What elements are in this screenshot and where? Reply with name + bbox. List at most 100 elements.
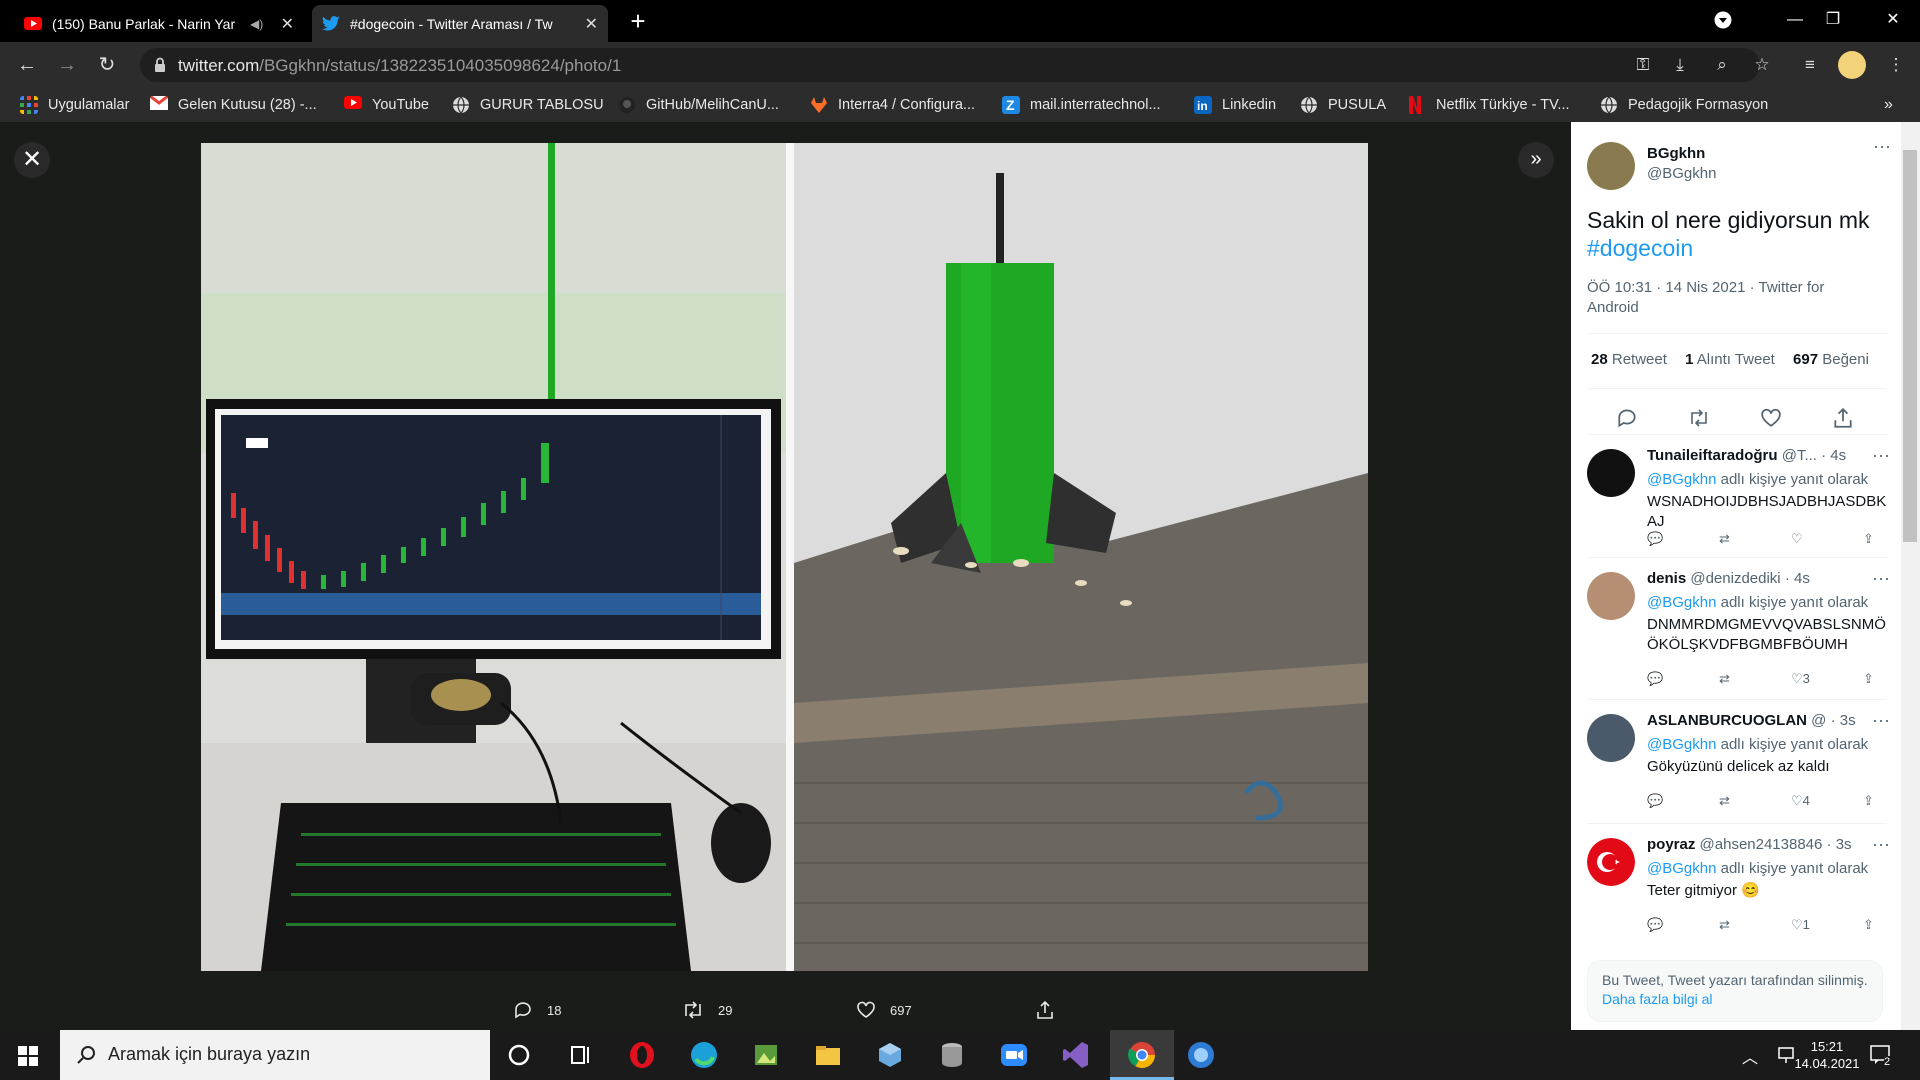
bookmark-star-icon[interactable]: ☆ bbox=[1748, 51, 1776, 79]
more-options-icon[interactable]: ··· bbox=[1872, 568, 1890, 589]
chrome-taskbar-active[interactable] bbox=[1110, 1030, 1174, 1080]
windows-start-icon[interactable] bbox=[18, 1046, 38, 1066]
heart-icon[interactable]: ♡ 3 bbox=[1791, 671, 1810, 687]
reply-item[interactable]: ASLANBURCUOGLAN @ · 3s ··· @BGgkhn adlı … bbox=[1587, 699, 1890, 823]
more-options-icon[interactable]: ··· bbox=[1872, 710, 1890, 731]
bookmark-gmail[interactable]: Gelen Kutusu (28) -... bbox=[150, 94, 317, 116]
mention-link[interactable]: @BGgkhn bbox=[1647, 860, 1716, 877]
tweet-photo[interactable] bbox=[201, 143, 1368, 971]
bookmark-apps[interactable]: Uygulamalar bbox=[20, 94, 129, 116]
bookmark-interra4[interactable]: Interra4 / Configura... bbox=[810, 94, 975, 116]
reply-avatar[interactable] bbox=[1587, 714, 1635, 762]
quotes-link[interactable]: Alıntı Tweet bbox=[1697, 351, 1775, 368]
close-icon[interactable]: ✕ bbox=[14, 142, 50, 178]
close-tab-icon[interactable]: ✕ bbox=[585, 14, 598, 34]
restore-icon[interactable]: ❐ bbox=[1810, 0, 1856, 40]
heart-icon[interactable]: ♡ 4 bbox=[1791, 793, 1810, 809]
bookmark-youtube[interactable]: YouTube bbox=[344, 94, 429, 116]
learn-more-link[interactable]: Daha fazla bilgi al bbox=[1602, 991, 1713, 1007]
heart-icon[interactable] bbox=[1760, 407, 1782, 429]
bookmark-pusula[interactable]: PUSULA bbox=[1300, 94, 1386, 116]
likes-link[interactable]: Beğeni bbox=[1822, 351, 1869, 368]
bookmarks-overflow-icon[interactable]: » bbox=[1884, 94, 1893, 116]
file-explorer-icon[interactable] bbox=[812, 1039, 844, 1071]
profile-avatar[interactable] bbox=[1838, 51, 1866, 79]
reply-item[interactable]: Tunaileiftaradoğru @T... · 4s ··· @BGgkh… bbox=[1587, 434, 1890, 557]
cortana-icon[interactable] bbox=[503, 1039, 535, 1071]
sidebar-scroll-thumb[interactable] bbox=[1903, 150, 1917, 542]
share-icon[interactable] bbox=[1832, 407, 1854, 429]
share-icon[interactable]: ⇪ bbox=[1863, 531, 1874, 547]
bookmark-mail-interra[interactable]: Z mail.interratechnol... bbox=[1002, 94, 1161, 116]
mention-link[interactable]: @BGgkhn bbox=[1647, 736, 1716, 753]
hashtag-link[interactable]: #dogecoin bbox=[1587, 234, 1887, 262]
reply-icon[interactable]: 💬 bbox=[1647, 671, 1663, 687]
more-options-icon[interactable]: ··· bbox=[1872, 445, 1890, 466]
expand-sidebar-icon[interactable]: » bbox=[1518, 142, 1554, 178]
visual-studio-icon[interactable] bbox=[1060, 1039, 1092, 1071]
opera-icon[interactable] bbox=[626, 1039, 658, 1071]
photo-share-button[interactable] bbox=[1035, 998, 1069, 1022]
bookmark-linkedin[interactable]: in Linkedin bbox=[1194, 94, 1276, 116]
reply-item[interactable]: denis @denizdediki · 4s ··· @BGgkhn adlı… bbox=[1587, 557, 1890, 699]
reply-icon[interactable]: 💬 bbox=[1647, 917, 1663, 933]
retweet-icon[interactable] bbox=[1688, 407, 1710, 429]
reply-icon[interactable]: 💬 bbox=[1647, 793, 1663, 809]
forward-button[interactable]: → bbox=[52, 50, 82, 80]
share-icon[interactable]: ⇪ bbox=[1863, 917, 1874, 933]
back-button[interactable]: ← bbox=[12, 50, 42, 80]
tab-twitter[interactable]: #dogecoin - Twitter Araması / Tw ✕ bbox=[312, 5, 608, 42]
reply-avatar[interactable] bbox=[1587, 449, 1635, 497]
new-tab-button[interactable]: + bbox=[622, 5, 654, 37]
more-options-icon[interactable]: ··· bbox=[1872, 834, 1890, 855]
reload-button[interactable]: ↻ bbox=[92, 50, 122, 80]
bookmark-gurur-tablosu[interactable]: GURUR TABLOSU bbox=[452, 94, 604, 116]
reply-avatar[interactable] bbox=[1587, 572, 1635, 620]
zoom-app-icon[interactable] bbox=[998, 1039, 1030, 1071]
retweet-icon[interactable]: ⇄ bbox=[1719, 531, 1730, 547]
share-icon[interactable]: ⇪ bbox=[1863, 793, 1874, 809]
install-icon[interactable]: ⤓ bbox=[1666, 51, 1694, 79]
retweets-link[interactable]: Retweet bbox=[1612, 351, 1667, 368]
heart-icon[interactable]: ♡ bbox=[1791, 531, 1803, 547]
author-handle[interactable]: @BGgkhn bbox=[1647, 165, 1716, 182]
key-icon[interactable]: ⚿ bbox=[1629, 51, 1657, 79]
mention-link[interactable]: @BGgkhn bbox=[1647, 594, 1716, 611]
reply-item[interactable]: poyraz @ahsen24138846 · 3s ··· @BGgkhn a… bbox=[1587, 823, 1890, 945]
author-name[interactable]: BGgkhn bbox=[1647, 145, 1705, 162]
bookmark-netflix[interactable]: Netflix Türkiye - TV... bbox=[1408, 94, 1570, 116]
speaker-icon[interactable]: ◀) bbox=[250, 17, 263, 31]
close-window-icon[interactable]: ✕ bbox=[1870, 0, 1916, 40]
zoom-icon[interactable]: ⌕ bbox=[1708, 51, 1736, 79]
taskbar-search[interactable]: Aramak için buraya yazın bbox=[60, 1030, 490, 1080]
turkish-flag-avatar[interactable] bbox=[1587, 838, 1635, 886]
edge-icon[interactable] bbox=[688, 1039, 720, 1071]
tray-chevron-icon[interactable]: ︿ bbox=[1742, 1044, 1758, 1068]
close-tab-icon[interactable]: ✕ bbox=[281, 14, 294, 34]
tab-youtube[interactable]: (150) Banu Parlak - Narin Yar ◀) ✕ bbox=[14, 5, 304, 42]
address-bar[interactable]: twitter.com/BGgkhn/status/13822351040350… bbox=[140, 48, 1760, 82]
image-app-icon[interactable] bbox=[750, 1039, 782, 1071]
reply-icon[interactable]: 💬 bbox=[1647, 531, 1663, 547]
clock[interactable]: 15:21 14.04.2021 bbox=[1792, 1038, 1862, 1072]
photo-like-button[interactable]: 697 bbox=[856, 998, 912, 1022]
photo-reply-button[interactable]: 18 bbox=[513, 998, 561, 1022]
profile-dropdown-icon[interactable] bbox=[1700, 0, 1746, 40]
retweet-icon[interactable]: ⇄ bbox=[1719, 793, 1730, 809]
menu-icon[interactable]: ⋮ bbox=[1882, 51, 1910, 79]
photo-retweet-button[interactable]: 29 bbox=[682, 998, 732, 1022]
virtualbox-icon[interactable] bbox=[874, 1039, 906, 1071]
bookmark-github[interactable]: GitHub/MelihCanU... bbox=[618, 94, 779, 116]
heart-icon[interactable]: ♡ 1 bbox=[1791, 917, 1810, 933]
more-options-icon[interactable]: ··· bbox=[1873, 136, 1891, 157]
share-icon[interactable]: ⇪ bbox=[1863, 671, 1874, 687]
task-view-icon[interactable] bbox=[565, 1039, 597, 1071]
reply-icon[interactable] bbox=[1616, 407, 1638, 429]
mention-link[interactable]: @BGgkhn bbox=[1647, 471, 1716, 488]
database-icon[interactable] bbox=[936, 1039, 968, 1071]
author-avatar[interactable] bbox=[1587, 142, 1635, 190]
retweet-icon[interactable]: ⇄ bbox=[1719, 671, 1730, 687]
bookmark-pedagojik[interactable]: Pedagojik Formasyon bbox=[1600, 94, 1768, 116]
media-queue-icon[interactable]: ≡ bbox=[1796, 51, 1824, 79]
retweet-icon[interactable]: ⇄ bbox=[1719, 917, 1730, 933]
